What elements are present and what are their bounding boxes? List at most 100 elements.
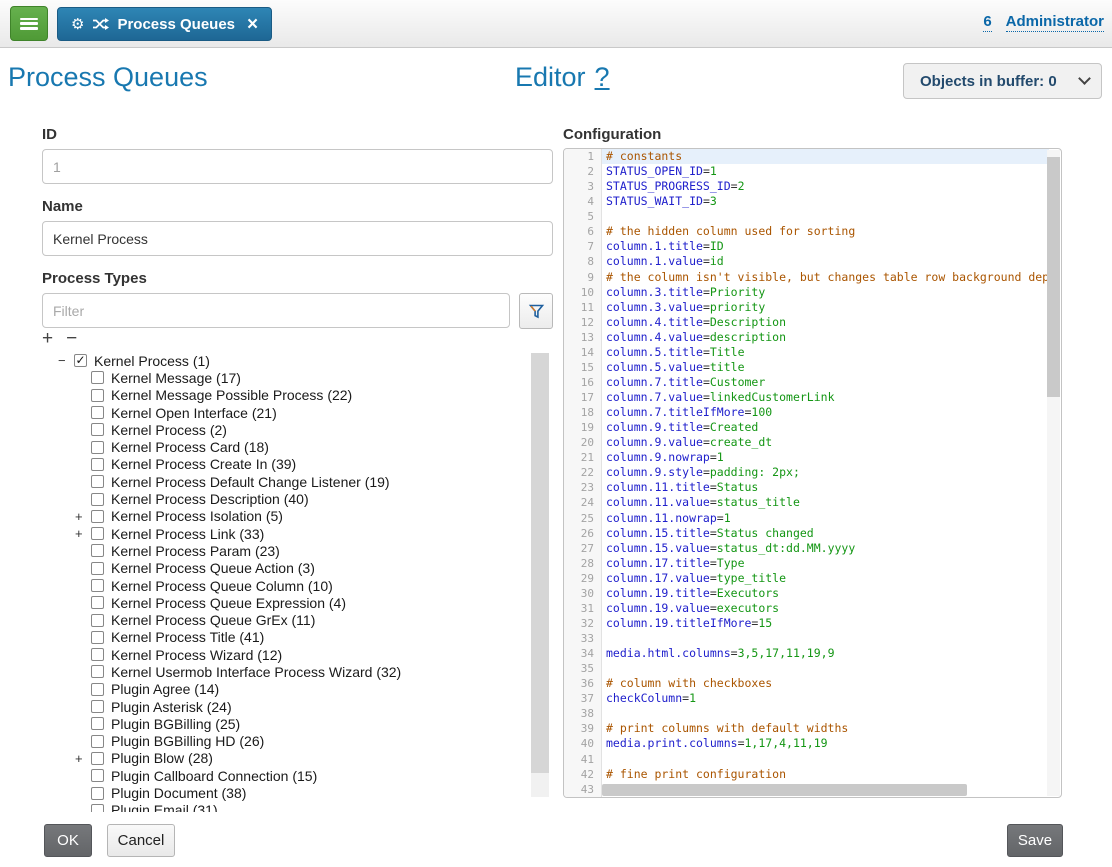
tree-checkbox[interactable] [91,769,104,782]
editor-vertical-scrollbar[interactable] [1047,150,1060,796]
name-field[interactable] [42,221,553,256]
tree-checkbox[interactable] [91,735,104,748]
tree-checkbox[interactable] [91,648,104,661]
tree-row[interactable]: Plugin Agree (14) [42,681,530,698]
tree-row[interactable]: Plugin Callboard Connection (15) [42,767,530,784]
tree-item-label: Kernel Process Param (23) [111,543,280,559]
tree-checkbox[interactable] [91,389,104,402]
code-line: # column with checkboxes [602,676,1049,691]
tree-checkbox[interactable] [91,579,104,592]
tree-expander-icon[interactable]: − [58,353,74,368]
tree-item-label: Kernel Process Isolation (5) [111,508,283,524]
tree-row[interactable]: Plugin Email (31) [42,802,530,812]
tree-checkbox[interactable] [91,665,104,678]
tree-row[interactable]: Kernel Usermob Interface Process Wizard … [42,663,530,680]
code-token: column.3.title [606,285,703,299]
tree-checkbox[interactable] [91,475,104,488]
line-number: 5 [564,209,594,224]
funnel-icon [528,303,545,320]
tree-row[interactable]: Kernel Open Interface (21) [42,404,530,421]
tree-row[interactable]: Kernel Process Queue Action (3) [42,560,530,577]
tree-row[interactable]: Kernel Process Queue GrEx (11) [42,611,530,628]
help-link[interactable]: ? [595,62,610,92]
tree-checkbox[interactable] [91,752,104,765]
tree-row[interactable]: Kernel Process Create In (39) [42,456,530,473]
tree-row[interactable]: Plugin Document (38) [42,784,530,801]
tree-row[interactable]: −Kernel Process (1) [42,352,530,369]
tree-row[interactable]: Kernel Process Title (41) [42,629,530,646]
line-number: 3 [564,179,594,194]
tree-row[interactable]: Plugin BGBilling (25) [42,715,530,732]
tree-checkbox[interactable] [91,441,104,454]
tree-checkbox[interactable] [91,683,104,696]
tree-checkbox[interactable] [91,510,104,523]
code-line: # print columns with default widths [602,721,1049,736]
hamburger-icon [20,18,38,30]
line-number: 21 [564,450,594,465]
tree-scrollbar-thumb[interactable] [531,353,549,773]
tree-row[interactable]: Kernel Process Queue Column (10) [42,577,530,594]
editor-vertical-scrollbar-thumb[interactable] [1047,157,1060,397]
tree-checkbox[interactable] [91,527,104,540]
tree-row[interactable]: +Plugin Blow (28) [42,750,530,767]
tree-checkbox[interactable] [91,596,104,609]
tree-checkbox[interactable] [91,371,104,384]
apply-filter-button[interactable] [519,293,553,329]
tree-scrollbar[interactable] [531,353,549,797]
tree-checkbox[interactable] [91,544,104,557]
code-token: linkedCustomerLink [710,390,835,404]
tree-checkbox[interactable] [91,804,104,812]
user-name-link[interactable]: Administrator [1006,13,1104,32]
expand-all-button[interactable]: + [42,329,53,348]
code-area[interactable]: # constantsSTATUS_OPEN_ID=1STATUS_PROGRE… [602,149,1049,797]
configuration-editor[interactable]: 1234567891011121314151617181920212223242… [563,148,1062,798]
save-button[interactable]: Save [1007,824,1063,857]
tree-checkbox[interactable] [91,717,104,730]
tree-item-label: Kernel Process Link (33) [111,526,264,542]
objects-in-buffer-dropdown[interactable]: Objects in buffer: 0 [903,63,1102,99]
code-token: column.11.value [606,495,710,509]
tree-checkbox[interactable] [91,700,104,713]
tab-process-queues[interactable]: ⚙ Process Queues × [57,7,272,41]
filter-input[interactable] [42,293,510,328]
tree-expander-icon[interactable]: + [75,751,91,766]
tree-item-label: Plugin BGBilling HD (26) [111,733,264,749]
tree-row[interactable]: Kernel Process Queue Expression (4) [42,594,530,611]
tree-checkbox[interactable] [91,423,104,436]
tree-row[interactable]: + Kernel Process Link (33) [42,525,530,542]
code-token: priority [710,300,765,314]
tree-checkbox[interactable] [91,458,104,471]
tree-checkbox[interactable] [91,787,104,800]
tree-row[interactable]: Plugin Asterisk (24) [42,698,530,715]
tree-checkbox[interactable] [91,493,104,506]
tree-row[interactable]: Kernel Message (17) [42,369,530,386]
tree-row[interactable]: Kernel Process Description (40) [42,490,530,507]
main-menu-button[interactable] [10,6,48,41]
code-token: Customer [710,375,765,389]
tree-checkbox[interactable] [74,354,87,367]
shuffle-icon [92,18,109,30]
tree-expander-icon[interactable]: + [75,509,91,524]
line-number: 7 [564,239,594,254]
tree-expander-icon[interactable]: + [75,526,91,541]
tree-checkbox[interactable] [91,562,104,575]
code-token: = [710,571,717,585]
ok-button[interactable]: OK [44,824,92,857]
tree-row[interactable]: Kernel Process (2) [42,421,530,438]
editor-horizontal-scrollbar-thumb[interactable] [602,784,967,796]
tree-row[interactable]: Kernel Process Default Change Listener (… [42,473,530,490]
tab-close-icon[interactable]: × [247,15,258,34]
tree-checkbox[interactable] [91,631,104,644]
id-field[interactable] [42,149,553,184]
tree-checkbox[interactable] [91,406,104,419]
tree-checkbox[interactable] [91,614,104,627]
tree-row[interactable]: + Kernel Process Isolation (5) [42,508,530,525]
cancel-button[interactable]: Cancel [107,824,175,857]
tree-row[interactable]: Kernel Process Param (23) [42,542,530,559]
collapse-all-button[interactable]: − [66,329,77,348]
tree-row[interactable]: Kernel Process Wizard (12) [42,646,530,663]
tree-row[interactable]: Plugin BGBilling HD (26) [42,733,530,750]
tree-row[interactable]: Kernel Process Card (18) [42,438,530,455]
user-id-link[interactable]: 6 [983,13,991,32]
tree-row[interactable]: Kernel Message Possible Process (22) [42,387,530,404]
